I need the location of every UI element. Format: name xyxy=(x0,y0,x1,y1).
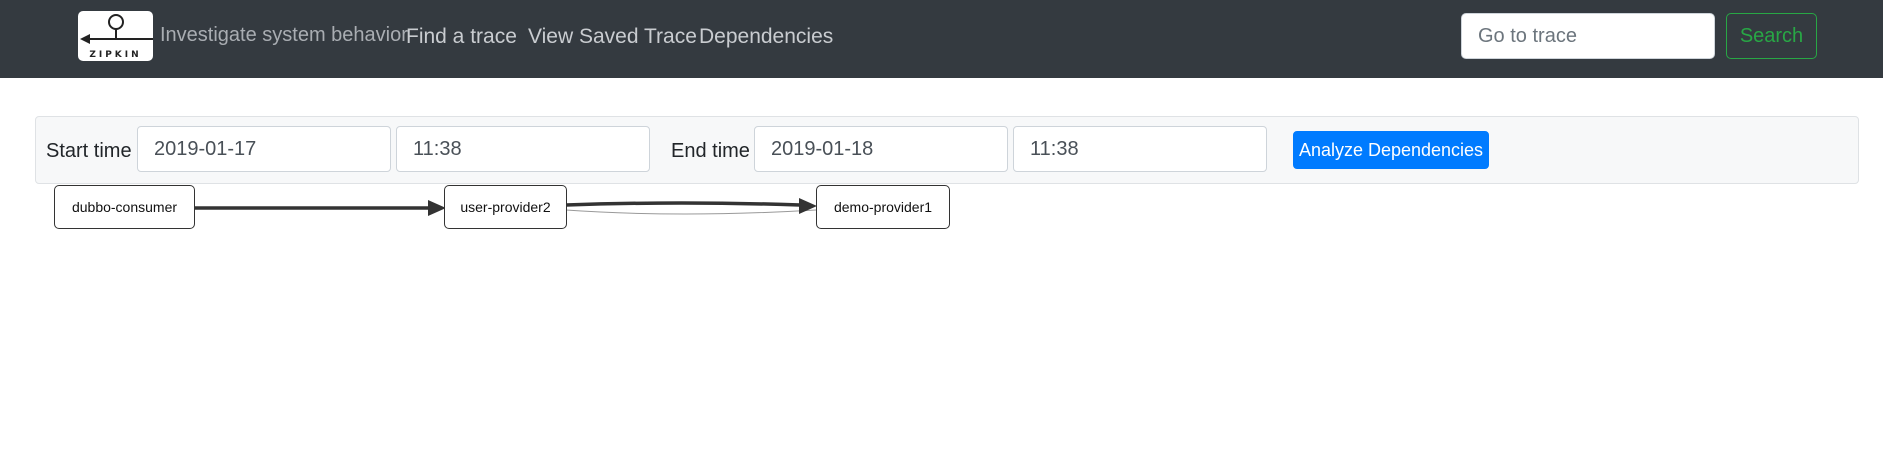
search-button[interactable]: Search xyxy=(1726,13,1817,59)
node-dubbo-consumer[interactable]: dubbo-consumer xyxy=(54,185,195,229)
nav-find-a-trace[interactable]: Find a trace xyxy=(406,25,517,49)
start-time-input[interactable] xyxy=(396,126,650,172)
analyze-dependencies-button[interactable]: Analyze Dependencies xyxy=(1293,131,1489,169)
start-time-label: Start time xyxy=(46,140,132,162)
top-navbar: ZIPKIN Investigate system behavior Find … xyxy=(0,0,1883,78)
nav-view-saved-trace[interactable]: View Saved Trace xyxy=(528,25,697,49)
logo-text: ZIPKIN xyxy=(89,50,142,60)
dependency-graph: dubbo-consumer user-provider2 demo-provi… xyxy=(0,180,1883,240)
zipkin-logo[interactable]: ZIPKIN xyxy=(78,11,153,61)
node-demo-provider1[interactable]: demo-provider1 xyxy=(816,185,950,229)
end-time-input[interactable] xyxy=(1013,126,1267,172)
zipkin-logo-icon xyxy=(80,14,153,44)
nav-dependencies[interactable]: Dependencies xyxy=(699,25,833,49)
start-date-input[interactable] xyxy=(137,126,391,172)
end-time-label: End time xyxy=(671,140,750,162)
go-to-trace-input[interactable] xyxy=(1461,13,1715,59)
node-user-provider2[interactable]: user-provider2 xyxy=(444,185,567,229)
edge-user-provider2-to-demo-provider1[interactable] xyxy=(565,201,801,207)
edge-secondary-line xyxy=(565,209,817,215)
tagline: Investigate system behavior xyxy=(160,24,408,46)
end-date-input[interactable] xyxy=(754,126,1008,172)
edge-arrowhead-2 xyxy=(799,198,817,214)
